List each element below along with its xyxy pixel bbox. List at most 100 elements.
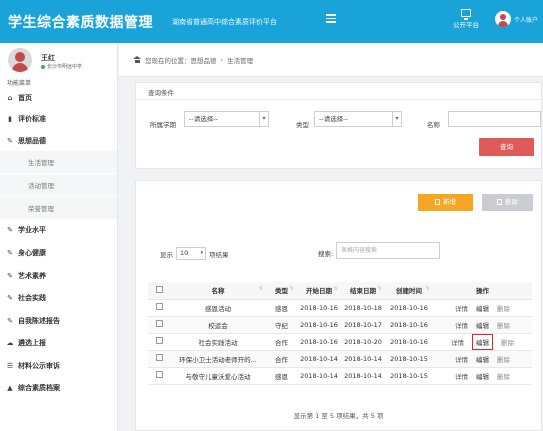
sidebar-item-arts[interactable]: ✎ 艺术素养	[0, 265, 117, 287]
sidebar-item-standards[interactable]: ▮ 评价标准	[0, 108, 117, 130]
table-row: 与敬守儿童沃爱心活动 感恩 2018-10-14 2018-10-14 2018-10-…	[148, 367, 532, 385]
add-button-label: 新增	[443, 198, 456, 206]
public-platform-button[interactable]: 公开平台	[448, 9, 484, 29]
sidebar-item-practice[interactable]: ✎ 社会实践	[0, 287, 117, 309]
column-header-start[interactable]: 开始日期 ⇅	[297, 282, 341, 300]
sidebar-item-publicity[interactable]: ☰ 材料公示审诉	[0, 355, 117, 377]
row-checkbox[interactable]	[155, 354, 163, 361]
edit-link[interactable]: 编辑	[476, 303, 489, 313]
edit-icon: ✎	[7, 294, 13, 302]
column-header-type[interactable]: 类型 ⇅	[266, 282, 297, 300]
page-length-suffix: 项结果	[209, 250, 229, 259]
search-label: 搜索:	[318, 250, 334, 258]
select-all-cell	[148, 282, 170, 300]
breadcrumb-current: 生活管理	[227, 56, 254, 65]
sidebar-subitem-honor[interactable]: 荣誉管理	[0, 197, 117, 219]
edit-link[interactable]: 编辑	[476, 354, 489, 364]
sidebar-item-archive[interactable]: ▲ 综合素质档案	[0, 377, 117, 399]
account-menu[interactable]: 个人账户	[495, 11, 538, 27]
table-row: 校运会 守纪 2018-10-16 2018-10-17 2018-10-16 详情 编辑删…	[148, 316, 532, 334]
sidebar-item-home[interactable]: ⌂ 首页	[0, 87, 117, 109]
sidebar-item-label: 社会实践	[18, 294, 46, 302]
query-button[interactable]: 查询	[479, 138, 534, 156]
cell-type: 合作	[266, 350, 297, 368]
cell-type: 感恩	[266, 299, 297, 317]
cell-name: 社会实践活动	[170, 333, 266, 351]
sidebar-item-label: 材料公示审诉	[18, 362, 60, 370]
table-row: 社会实践活动 合作 2018-10-16 2018-10-20 2018-10-16 详情…	[148, 333, 532, 351]
batch-delete-label: 删除	[505, 198, 518, 206]
sidebar-subitem-label: 生活管理	[28, 159, 54, 167]
sidebar-item-label: 自我陈述报告	[18, 317, 60, 325]
breadcrumb-path: 您现在的位置：思想品德	[145, 56, 217, 65]
edit-link[interactable]: 编辑	[476, 320, 489, 330]
edit-icon: ✎	[7, 272, 13, 280]
row-checkbox[interactable]	[155, 337, 163, 344]
user-avatar	[8, 48, 32, 72]
app-title: 学生综合素质数据管理	[8, 15, 153, 31]
sidebar-subitem-activity[interactable]: 活动管理	[0, 174, 117, 196]
menu-toggle-icon[interactable]	[326, 14, 336, 23]
home-icon: ⌂	[7, 94, 13, 102]
add-button[interactable]: 新增	[418, 194, 473, 211]
sidebar-item-label: 学业水平	[18, 226, 46, 234]
online-status-dot	[41, 64, 45, 69]
column-header-actions: 操作	[433, 282, 532, 300]
details-link[interactable]: 详情	[455, 354, 468, 364]
sort-icon: ⇅	[377, 286, 382, 292]
row-select-cell	[148, 367, 170, 385]
details-link[interactable]: 详情	[455, 303, 468, 313]
row-checkbox[interactable]	[155, 371, 163, 378]
account-label: 个人账户	[514, 16, 539, 24]
sidebar-item-self-report[interactable]: ✎ 自我陈述报告	[0, 310, 117, 332]
term-select-value: --请选择--	[189, 115, 218, 123]
sidebar-item-health[interactable]: ✎ 身心健康	[0, 242, 117, 264]
cell-created: 2018-10-16	[385, 333, 433, 351]
column-header-end[interactable]: 结束日期 ⇅	[341, 282, 385, 300]
sidebar-item-label: 首页	[18, 94, 32, 102]
name-input[interactable]	[448, 111, 541, 127]
delete-link[interactable]: 删除	[497, 320, 510, 330]
column-header-name[interactable]: 名称 ⇅	[170, 282, 266, 300]
column-header-label: 开始日期	[306, 287, 332, 296]
batch-delete-button[interactable]: 删除	[482, 194, 533, 211]
cell-actions: 详情 编辑 删除	[433, 350, 532, 368]
page-length-select[interactable]: 10 ▾	[176, 247, 206, 260]
delete-link[interactable]: 删除	[501, 337, 514, 347]
table-search-input[interactable]: 表格内容搜索	[336, 242, 440, 259]
sort-icon: ⇅	[425, 286, 430, 292]
cell-created: 2018-10-16	[385, 299, 433, 317]
sidebar-item-submit[interactable]: ☁ 遴选上报	[0, 332, 117, 354]
account-avatar-icon	[495, 11, 511, 27]
type-select[interactable]: --请选择-- ▾	[314, 111, 402, 127]
row-checkbox[interactable]	[155, 303, 163, 310]
row-select-cell	[148, 333, 170, 351]
top-bar: 学生综合素质数据管理 湖南省普通高中综合素质评价平台 公开平台 个人账户	[0, 0, 543, 43]
query-panel-title: 查询条件	[148, 89, 174, 97]
delete-link[interactable]: 删除	[497, 371, 510, 381]
sidebar-item-academic[interactable]: ✎ 学业水平	[0, 219, 117, 241]
row-checkbox[interactable]	[155, 320, 163, 327]
details-link[interactable]: 详情	[455, 371, 468, 381]
term-select[interactable]: --请选择-- ▾	[184, 111, 269, 127]
edit-link[interactable]: 编辑	[472, 333, 493, 349]
sidebar-subitem-life[interactable]: 生活管理	[0, 151, 117, 173]
edit-link[interactable]: 编辑	[476, 371, 489, 381]
page-length-control: 显示 10 ▾ 项结果	[160, 247, 229, 260]
cell-type: 感恩	[266, 367, 297, 385]
table-info: 显示第 1 至 5 项结果，共 5 项	[293, 412, 384, 420]
data-table: 名称 ⇅ 类型 ⇅ 开始日期 ⇅ 结束日期 ⇅ 创建时间 ⇅ 操作 感恩活动 感恩 2018-…	[148, 282, 532, 385]
name-label: 名称	[427, 121, 440, 129]
column-header-created[interactable]: 创建时间 ⇅	[385, 282, 433, 300]
public-platform-label: 公开平台	[453, 21, 479, 29]
sidebar-item-morality[interactable]: ✎ 思想品德	[0, 130, 117, 152]
details-link[interactable]: 详情	[455, 320, 468, 330]
cell-start-date: 2018-10-16	[297, 333, 341, 351]
select-all-checkbox[interactable]	[155, 285, 163, 293]
details-link[interactable]: 详情	[451, 337, 464, 347]
user-name: 王红	[41, 54, 55, 62]
delete-link[interactable]: 删除	[497, 354, 510, 364]
trash-icon	[497, 199, 502, 205]
sort-icon: ⇅	[289, 286, 294, 292]
delete-link[interactable]: 删除	[497, 303, 510, 313]
